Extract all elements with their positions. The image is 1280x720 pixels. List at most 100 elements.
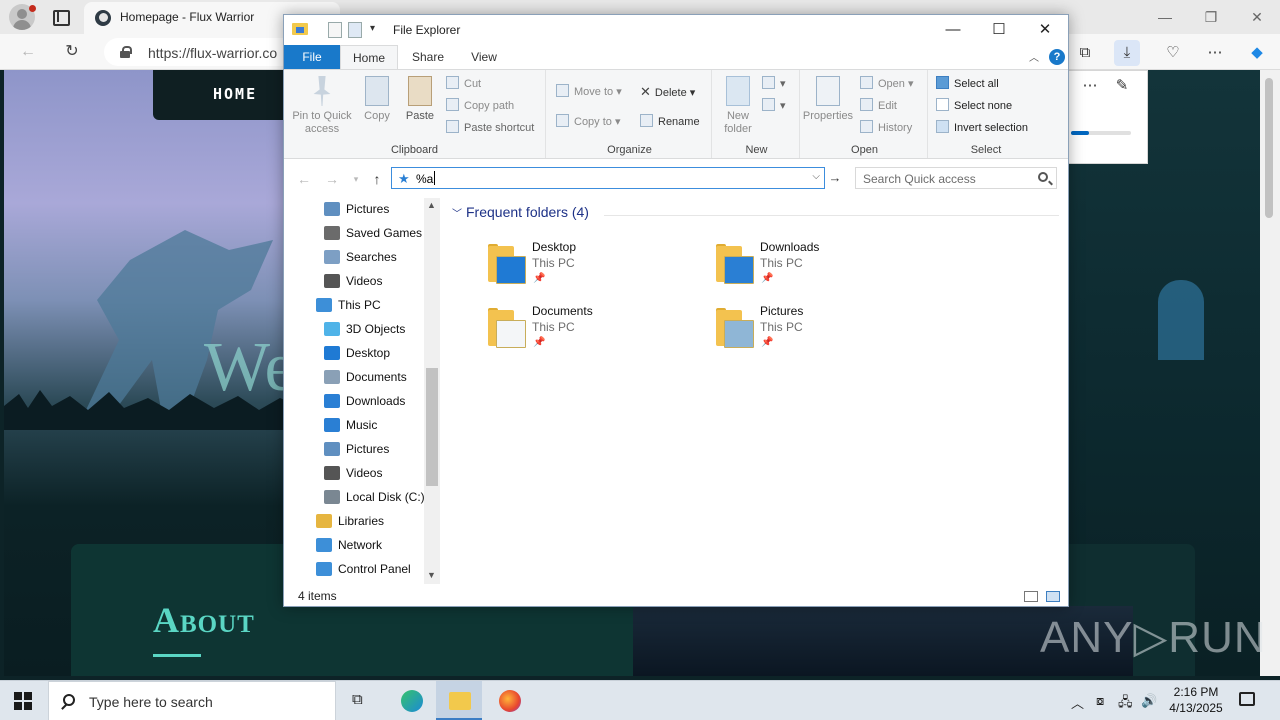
paste-shortcut-button[interactable]: Paste shortcut [446,118,534,138]
nav-item[interactable]: Videos [324,462,382,484]
reload-icon[interactable]: ↻ [60,40,84,64]
show-hidden-icons-chevron-icon[interactable]: ︿ [1071,693,1084,712]
explorer-close-button[interactable]: ✕ [1022,15,1068,45]
details-view-icon[interactable] [1024,591,1038,602]
address-path-input[interactable]: ★ %a ⌵ [391,167,825,189]
settings-more-icon[interactable]: ⋯ [1202,40,1228,66]
browser-restore-button[interactable]: ❐ [1196,6,1226,28]
browser-minimize-button[interactable]: — [1150,6,1180,28]
scroll-up-icon[interactable]: ▲ [427,200,436,210]
copy-button[interactable]: Copy [360,76,394,123]
nav-item[interactable]: Desktop [324,342,390,364]
new-folder-button[interactable]: New folder [718,76,758,136]
page-scrollbar-thumb[interactable] [1265,78,1273,218]
taskbar-clock[interactable]: 2:16 PM 4/13/2025 [1160,684,1232,716]
select-all-button[interactable]: Select all [936,74,999,94]
tab-share[interactable]: Share [408,45,448,69]
browser-close-button[interactable]: ✕ [1242,6,1272,28]
invert-selection-button[interactable]: Invert selection [936,118,1028,138]
explorer-maximize-button[interactable]: ☐ [976,15,1022,45]
file-explorer-taskbar-icon[interactable] [436,681,482,720]
rename-button[interactable]: Rename [640,112,700,132]
folder-tile[interactable]: Downloads This PC 📌 [714,238,934,294]
collapse-ribbon-icon[interactable]: ︿ [1029,49,1039,64]
frequent-folders-header[interactable]: ﹀ Frequent folders (4) [452,204,589,220]
nav-item[interactable]: Downloads [324,390,405,412]
nav-item[interactable]: Local Disk (C:) [324,486,425,508]
open-button[interactable]: Open ▾ [860,74,914,94]
nav-item[interactable]: Music [324,414,377,436]
notification-icon[interactable] [1239,692,1255,706]
collections-icon[interactable]: ⧉ [1072,40,1098,66]
nav-item[interactable]: 3D Objects [324,318,405,340]
copilot-icon[interactable]: ◆ [1244,40,1270,66]
flyout-pin-icon[interactable]: ✎ [1109,73,1135,99]
firefox-icon[interactable] [486,681,532,720]
nav-item[interactable]: Documents [324,366,407,388]
scroll-down-icon[interactable]: ▼ [427,570,436,580]
taskbar-search-box[interactable]: Type here to search [48,681,336,720]
search-quick-access-input[interactable]: Search Quick access [855,167,1057,189]
windows-start-icon[interactable] [14,692,32,710]
history-button[interactable]: History [860,118,912,138]
tab-file[interactable]: File [284,45,340,69]
nav-item[interactable]: Control Panel [316,558,411,580]
nav-item[interactable]: Libraries [316,510,384,532]
explorer-minimize-button[interactable]: — [930,15,976,45]
properties-button[interactable]: Properties [802,76,854,123]
page-scrollbar[interactable] [1260,70,1280,676]
cut-button[interactable]: Cut [446,74,481,94]
copy-path-button[interactable]: Copy path [446,96,514,116]
pinned-icon: 📌 [761,273,774,284]
tray-app-icon[interactable]: ⧇ [1096,693,1104,709]
paste-button[interactable]: Paste [402,76,438,123]
nav-item[interactable]: Saved Games [324,222,422,244]
quick-access-newfolder-icon[interactable] [348,22,362,38]
delete-button[interactable]: ✕ Delete ▾ [640,82,695,102]
edit-button[interactable]: Edit [860,96,897,116]
nav-item[interactable]: Network [316,534,382,556]
back-arrow-icon[interactable]: ← [16,40,40,64]
nav-item[interactable]: Searches [324,246,397,268]
up-arrow-icon[interactable]: ↑ [367,169,387,189]
copy-path-icon [446,98,459,111]
quick-access-dropdown-icon[interactable]: ▾ [370,23,375,34]
rename-icon [640,114,653,127]
folder-tile[interactable]: Desktop This PC 📌 [486,238,706,294]
go-arrow-icon[interactable]: → [826,169,844,187]
saved-games-icon [324,226,340,240]
select-none-button[interactable]: Select none [936,96,1012,116]
large-icons-view-icon[interactable] [1046,591,1060,602]
folder-tile[interactable]: Documents This PC 📌 [486,302,706,358]
nav-item[interactable]: This PC [316,294,381,316]
copy-to-button[interactable]: Copy to ▾ [556,112,621,132]
site-nav-home[interactable]: HOME [153,70,293,120]
new-item-button[interactable]: ▾ [762,74,786,94]
tab-home[interactable]: Home [340,45,398,69]
nav-item[interactable]: Pictures [324,198,389,220]
nav-item[interactable]: Pictures [324,438,389,460]
quick-access-properties-icon[interactable] [328,22,342,38]
tab-actions-icon[interactable] [50,7,70,27]
tab-view[interactable]: View [464,45,504,69]
recent-locations-chevron-icon[interactable]: ▾ [346,169,366,189]
forward-arrow-icon[interactable]: → [322,169,342,189]
easy-access-button[interactable]: ▾ [762,96,786,116]
downloads-icon[interactable]: ⤓ [1114,40,1140,66]
back-arrow-icon[interactable]: ← [294,169,314,189]
cut-label: Cut [464,78,482,90]
pin-to-quick-access-button[interactable]: Pin to Quick access [290,76,354,136]
flyout-more-icon[interactable]: ⋯ [1077,73,1103,99]
navigation-pane-scrollbar[interactable]: ▲ ▼ [424,198,440,584]
edge-icon[interactable] [388,681,434,720]
nav-item[interactable]: Videos [324,270,382,292]
volume-icon[interactable]: 🔊 [1141,693,1157,709]
browser-essentials-icon[interactable]: ♡ [1160,40,1186,66]
network-icon[interactable]: 🖧 [1118,693,1133,715]
address-dropdown-icon[interactable]: ⌵ [812,171,820,182]
move-to-button[interactable]: Move to ▾ [556,82,622,102]
folder-tile[interactable]: Pictures This PC 📌 [714,302,934,358]
task-view-icon[interactable]: ⧉ [338,681,384,720]
help-icon[interactable]: ? [1049,49,1065,65]
navigation-pane-scrollbar-thumb[interactable] [426,368,438,486]
